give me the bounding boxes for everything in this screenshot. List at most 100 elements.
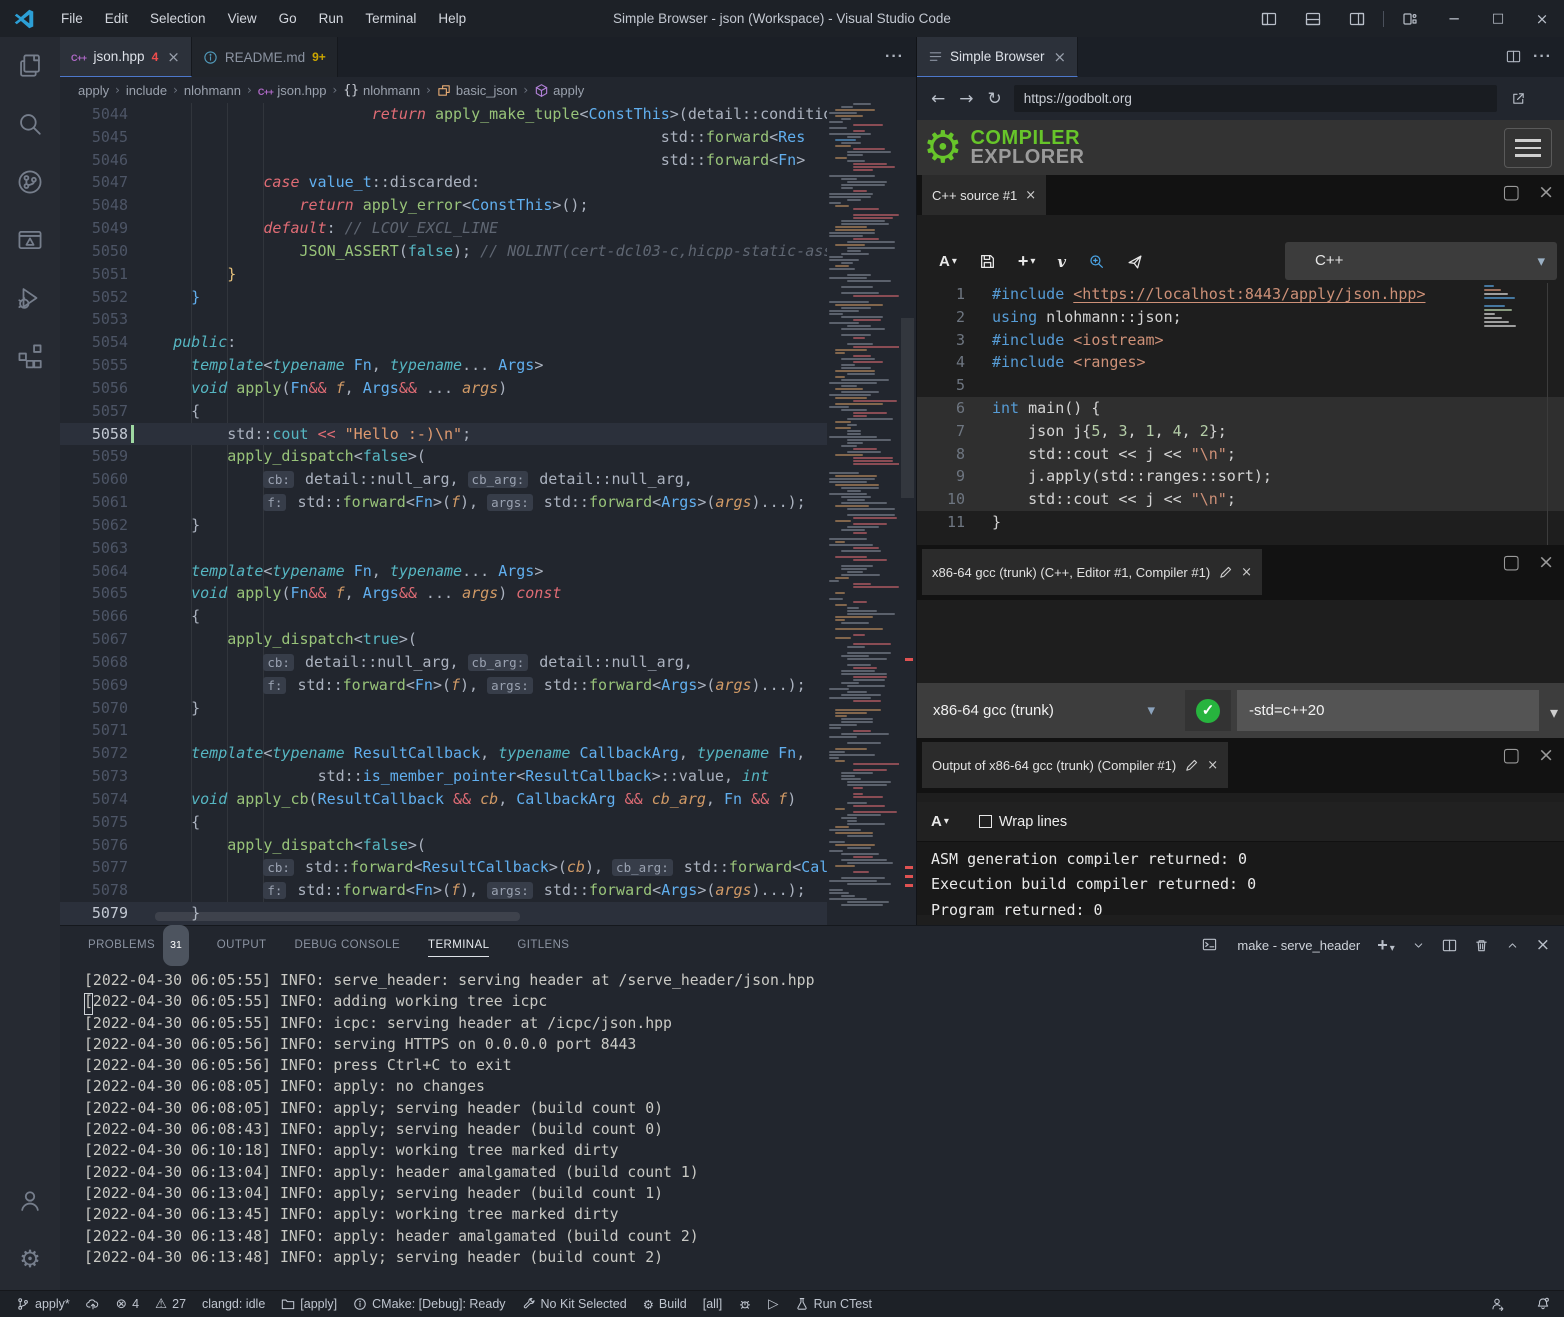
ce-code-line-11[interactable]: 11}	[917, 511, 1564, 534]
ce-code-line-6[interactable]: 6int main() {	[917, 397, 1564, 420]
trash-icon[interactable]	[1474, 935, 1489, 955]
more-icon[interactable]: ···	[885, 48, 904, 66]
compiler-options-input[interactable]: -std=c++20	[1237, 690, 1539, 731]
breadcrumb-item[interactable]: {}nlohmann	[343, 82, 420, 98]
tab-json.hpp[interactable]: C++json.hpp4×	[60, 37, 192, 77]
code-line-5058[interactable]: 5058 std::cout << "Hello :-)\n";	[60, 423, 827, 446]
code-line-5072[interactable]: 5072 template<typename ResultCallback, t…	[60, 742, 827, 765]
window-warning-icon[interactable]	[0, 211, 60, 269]
split-editor-icon[interactable]	[1442, 935, 1457, 955]
close-icon[interactable]: ×	[1520, 0, 1564, 37]
close-pane-icon[interactable]: ×	[1538, 551, 1554, 573]
code-line-5054[interactable]: 5054 public:	[60, 331, 827, 354]
code-line-5067[interactable]: 5067 apply_dispatch<true>(	[60, 628, 827, 651]
more-icon[interactable]: ···	[1533, 48, 1552, 66]
code-line-5060[interactable]: 5060 cb: detail::null_arg, cb_arg: detai…	[60, 468, 827, 491]
code-line-5066[interactable]: 5066 {	[60, 605, 827, 628]
code-line-5074[interactable]: 5074 void apply_cb(ResultCallback && cb,…	[60, 788, 827, 811]
code-line-5077[interactable]: 5077 cb: std::forward<ResultCallback>(cb…	[60, 856, 827, 879]
code-line-5071[interactable]: 5071	[60, 719, 827, 742]
panel-tab-gitlens[interactable]: GITLENS	[517, 926, 569, 964]
close-pane-icon[interactable]: ×	[1538, 181, 1554, 203]
account-icon[interactable]	[0, 1172, 60, 1230]
code-line-5061[interactable]: 5061 f: std::forward<Fn>(f), args: std::…	[60, 491, 827, 514]
menu-run[interactable]: Run	[308, 0, 355, 37]
statusbar-run-ctest[interactable]: Run CTest	[795, 1297, 872, 1312]
statusbar-notifications[interactable]	[1536, 1297, 1550, 1312]
files-icon[interactable]	[0, 37, 60, 95]
breadcrumb-item[interactable]: nlohmann	[184, 83, 241, 98]
code-line-5069[interactable]: 5069 f: std::forward<Fn>(f), args: std::…	[60, 674, 827, 697]
menu-edit[interactable]: Edit	[94, 0, 139, 37]
save-icon[interactable]	[979, 253, 996, 270]
url-input[interactable]: https://godbolt.org	[1014, 85, 1497, 112]
ce-source-editor[interactable]: 1#include <https://localhost:8443/apply/…	[917, 283, 1564, 545]
minimap[interactable]	[827, 103, 899, 925]
source-pane-tab[interactable]: C++ source #1×	[922, 175, 1046, 215]
close-icon[interactable]: ×	[1241, 565, 1252, 580]
menu-file[interactable]: File	[50, 0, 94, 37]
code-line-5046[interactable]: 5046 std::forward<Fn>	[60, 149, 827, 172]
vim-icon[interactable]: v	[1057, 253, 1066, 271]
text-size-icon[interactable]: A▾	[939, 253, 957, 270]
code-line-5050[interactable]: 5050 JSON_ASSERT(false); // NOLINT(cert-…	[60, 240, 827, 263]
debug-icon[interactable]	[0, 269, 60, 327]
language-select[interactable]: C++▾	[1285, 242, 1557, 280]
statusbar-publish[interactable]	[86, 1297, 100, 1312]
menu-selection[interactable]: Selection	[139, 0, 217, 37]
minimize-icon[interactable]: ─	[1432, 0, 1476, 37]
add-icon[interactable]: +▾	[1377, 935, 1395, 956]
code-line-5051[interactable]: 5051 }	[60, 263, 827, 286]
code-line-5070[interactable]: 5070 }	[60, 697, 827, 720]
statusbar-cmake-build[interactable]: ⚙Build	[643, 1297, 687, 1312]
forward-icon[interactable]: →	[959, 89, 973, 109]
code-line-5045[interactable]: 5045 std::forward<Res	[60, 126, 827, 149]
ce-code-line-5[interactable]: 5	[917, 374, 1564, 397]
close-icon[interactable]: ×	[1025, 188, 1036, 203]
code-line-5059[interactable]: 5059 apply_dispatch<false>(	[60, 445, 827, 468]
close-icon[interactable]: ×	[167, 48, 180, 66]
menu-terminal[interactable]: Terminal	[354, 0, 427, 37]
code-line-5053[interactable]: 5053	[60, 308, 827, 331]
code-line-5078[interactable]: 5078 f: std::forward<Fn>(f), args: std::…	[60, 879, 827, 902]
menu-view[interactable]: View	[217, 0, 268, 37]
layout-sidebar-right-icon[interactable]	[1335, 0, 1379, 37]
code-line-5065[interactable]: 5065 void apply(Fn&& f, Args&& ... args)…	[60, 582, 827, 605]
customize-layout-icon[interactable]	[1388, 0, 1432, 37]
ce-code-line-7[interactable]: 7 json j{5, 3, 1, 4, 2};	[917, 420, 1564, 443]
back-icon[interactable]: ←	[931, 89, 945, 109]
breadcrumb-item[interactable]: apply	[78, 83, 109, 98]
panel-tab-terminal[interactable]: TERMINAL	[428, 926, 489, 964]
ce-code-line-2[interactable]: 2using nlohmann::json;	[917, 306, 1564, 329]
statusbar-git-branch[interactable]: apply*	[16, 1297, 70, 1312]
settings-gear-icon[interactable]: ⚙	[0, 1230, 60, 1288]
statusbar-remote[interactable]	[1490, 1297, 1504, 1312]
ce-code-line-4[interactable]: 4#include <ranges>	[917, 351, 1564, 374]
code-line-5044[interactable]: 5044 return apply_make_tuple<ConstThis>(…	[60, 103, 827, 126]
breadcrumb[interactable]: apply›include›nlohmann›C++json.hpp›{}nlo…	[60, 77, 916, 103]
code-line-5056[interactable]: 5056 void apply(Fn&& f, Args&& ... args)	[60, 377, 827, 400]
code-line-5052[interactable]: 5052 }	[60, 286, 827, 309]
ce-code-line-8[interactable]: 8 std::cout << j << "\n";	[917, 443, 1564, 466]
breadcrumb-item[interactable]: basic_json	[437, 82, 517, 98]
layout-panel-icon[interactable]	[1291, 0, 1335, 37]
code-line-5073[interactable]: 5073 std::is_member_pointer<ResultCallba…	[60, 765, 827, 788]
tab-Simple Browser[interactable]: Simple Browser×	[917, 37, 1078, 77]
search-plus-icon[interactable]	[1088, 253, 1105, 270]
statusbar-clangd-status[interactable]: clangd: idle	[202, 1297, 265, 1311]
tab-README.md[interactable]: README.md9+	[192, 37, 338, 77]
code-line-5075[interactable]: 5075 {	[60, 811, 827, 834]
statusbar-errors[interactable]: ⊗4	[116, 1296, 139, 1312]
maximize-pane-icon[interactable]: ▢	[1502, 744, 1520, 766]
statusbar-build-target[interactable]: [all]	[703, 1297, 722, 1311]
add-icon[interactable]: +▾	[1018, 251, 1036, 272]
breadcrumb-item[interactable]: apply	[534, 82, 584, 98]
close-icon[interactable]: ×	[1536, 935, 1550, 955]
code-line-5062[interactable]: 5062 }	[60, 514, 827, 537]
statusbar-cmake-status[interactable]: CMake: [Debug]: Ready	[353, 1297, 505, 1312]
chevron-up-icon[interactable]	[1506, 935, 1519, 955]
breadcrumb-item[interactable]: C++json.hpp	[258, 83, 327, 98]
horizontal-scrollbar[interactable]	[155, 912, 520, 921]
editor-scrollbar[interactable]	[899, 103, 916, 925]
hamburger-menu-icon[interactable]	[1504, 128, 1552, 168]
